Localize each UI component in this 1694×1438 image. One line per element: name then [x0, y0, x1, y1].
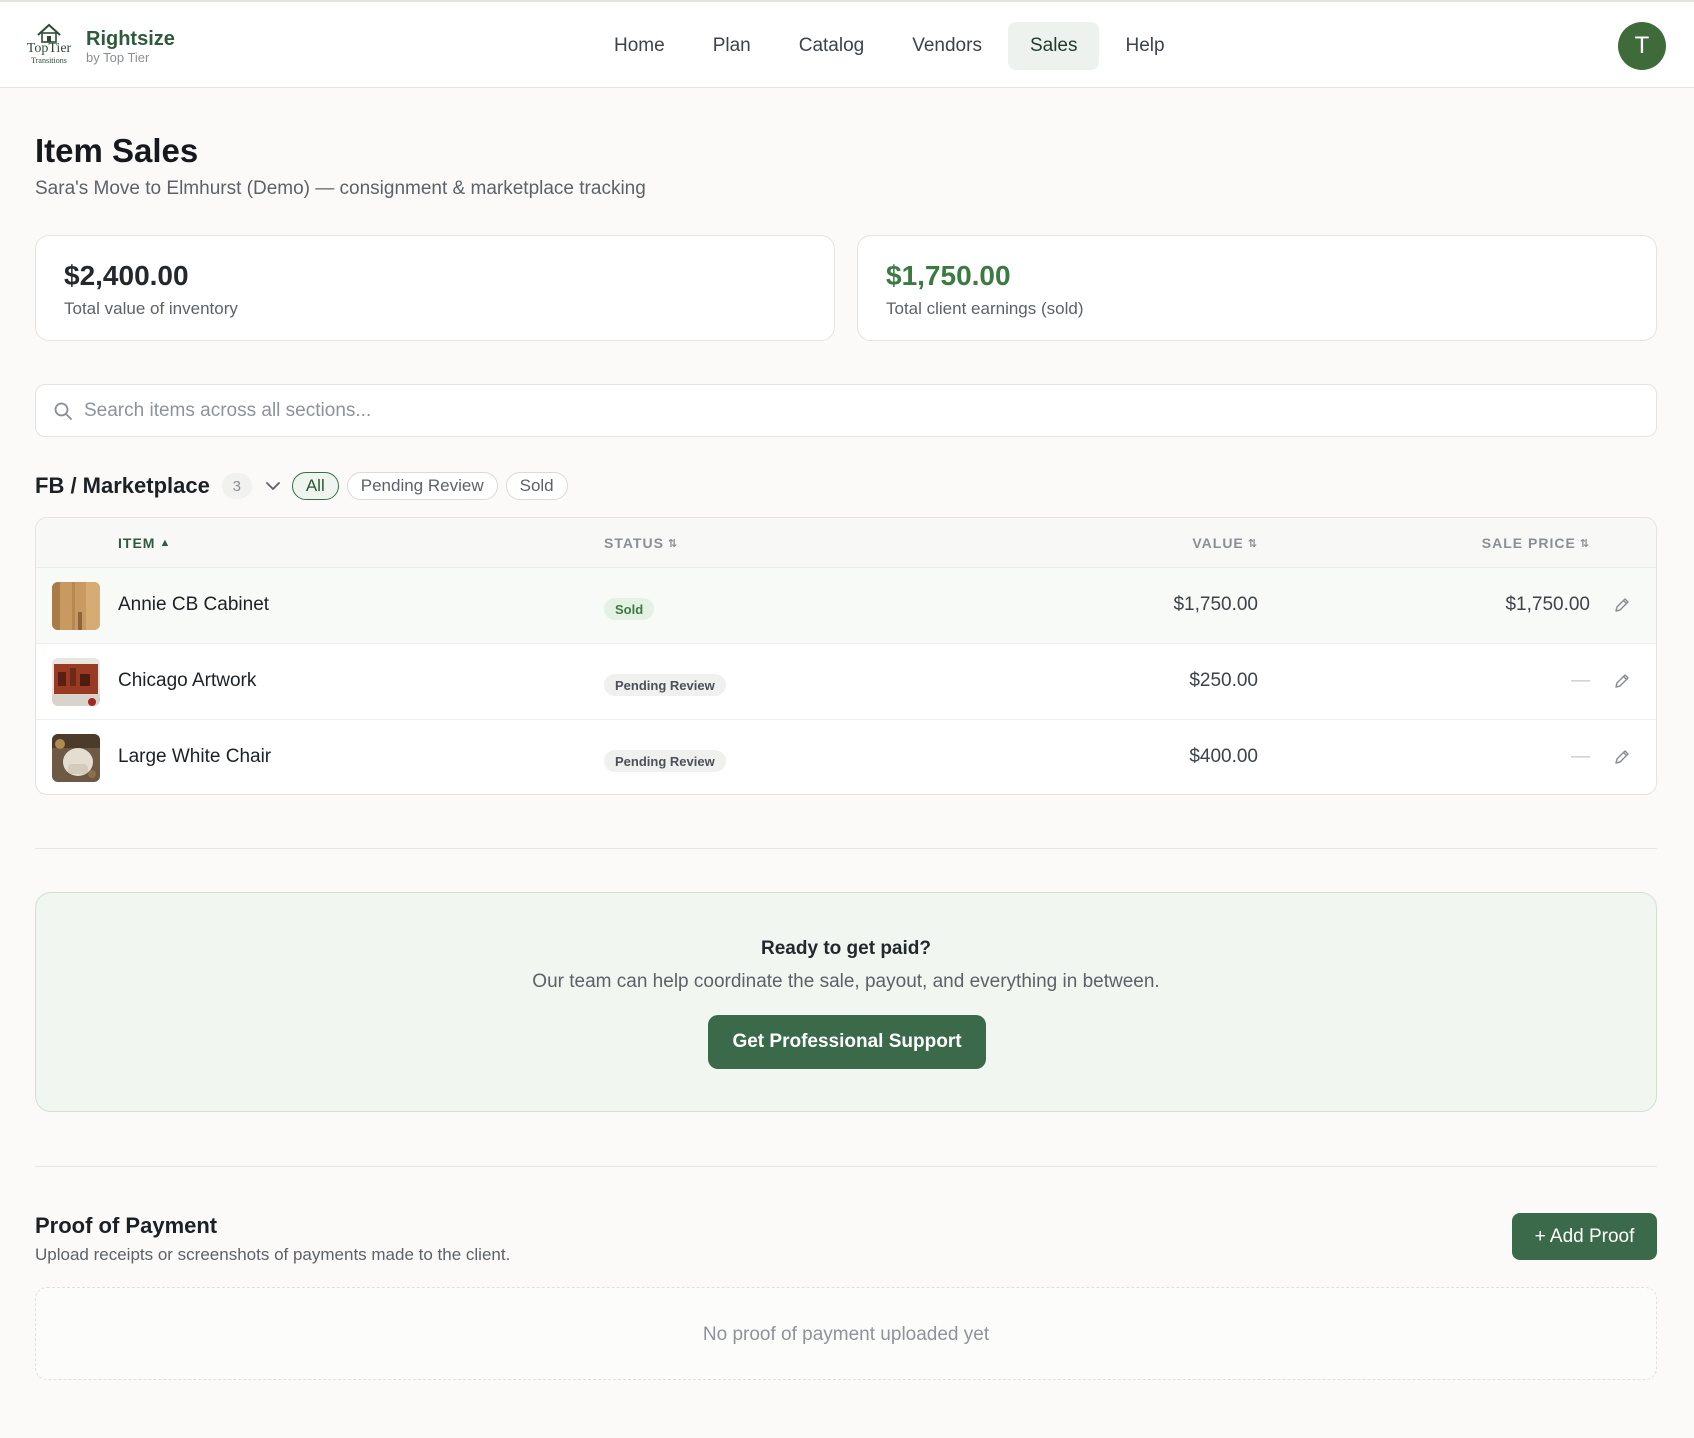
status-badge: Sold: [604, 598, 655, 620]
column-header-value-label: VALUE: [1192, 535, 1244, 551]
search-bar: [35, 384, 1657, 437]
get-professional-support-button[interactable]: Get Professional Support: [708, 1015, 986, 1069]
sale-price: —: [1571, 670, 1590, 691]
status-badge: Pending Review: [604, 674, 726, 696]
table-header: ITEM ▲ STATUS ⇅ VALUE ⇅ SALE PRICE ⇅: [36, 518, 1656, 568]
page-subtitle: Sara's Move to Elmhurst (Demo) — consign…: [35, 178, 646, 199]
column-header-sale-price-label: SALE PRICE: [1481, 535, 1576, 551]
brand-tagline: by Top Tier: [86, 49, 150, 65]
nav-plan[interactable]: Plan: [691, 22, 773, 70]
sort-icon: ⇅: [667, 537, 679, 550]
add-proof-button[interactable]: + Add Proof: [1512, 1213, 1657, 1260]
edit-pencil-icon[interactable]: [1612, 671, 1632, 691]
section-divider: [35, 1166, 1657, 1167]
section-title: FB / Marketplace: [35, 473, 210, 498]
brand: Rightsize by Top Tier: [86, 29, 175, 64]
nav-home[interactable]: Home: [592, 22, 687, 70]
logo-text: TopTier: [26, 41, 72, 56]
item-name: Chicago Artwork: [118, 670, 257, 691]
sales-table: ITEM ▲ STATUS ⇅ VALUE ⇅ SALE PRICE ⇅ Annie C…: [35, 517, 1657, 795]
cta-text: Our team can help coordinate the sale, p…: [532, 971, 1160, 992]
column-header-sale-price[interactable]: SALE PRICE ⇅: [1482, 535, 1590, 551]
top-navigation-bar: TopTier Transitions Rightsize by Top Tie…: [0, 0, 1694, 88]
search-icon: [54, 402, 72, 420]
earnings-label: Total client earnings (sold): [886, 299, 1084, 318]
filter-pending-review[interactable]: Pending Review: [346, 472, 498, 500]
cta-title: Ready to get paid?: [761, 938, 931, 959]
sale-price: $1,750.00: [1505, 594, 1590, 615]
sort-ascending-icon: ▲: [159, 537, 172, 549]
sale-price: —: [1571, 746, 1590, 767]
nav-catalog[interactable]: Catalog: [777, 22, 887, 70]
chevron-down-icon[interactable]: [262, 475, 284, 497]
logo-subtext: Transitions: [31, 56, 67, 65]
proof-empty-text: No proof of payment uploaded yet: [702, 1324, 990, 1345]
sort-icon: ⇅: [1247, 537, 1258, 550]
nav-vendors[interactable]: Vendors: [890, 22, 1004, 70]
section-divider: [35, 848, 1657, 849]
item-thumbnail-artwork: [52, 658, 100, 706]
earnings-value: $1,750.00: [886, 260, 1011, 291]
inventory-value-card: $2,400.00 Total value of inventory: [35, 235, 835, 341]
table-row[interactable]: Chicago Artwork Pending Review $250.00 —: [36, 644, 1656, 720]
column-header-status[interactable]: STATUS ⇅: [604, 535, 678, 551]
page-title: Item Sales: [35, 132, 199, 169]
user-avatar[interactable]: T: [1618, 22, 1666, 70]
status-badge: Pending Review: [604, 750, 726, 772]
brand-name: Rightsize: [86, 27, 175, 50]
proof-of-payment-title: Proof of Payment: [35, 1213, 218, 1238]
column-header-value[interactable]: VALUE ⇅: [1192, 535, 1258, 551]
column-header-status-label: STATUS: [604, 535, 664, 551]
item-value: $250.00: [1189, 670, 1258, 691]
filter-all[interactable]: All: [291, 472, 339, 500]
professional-support-banner: Ready to get paid? Our team can help coo…: [35, 892, 1657, 1112]
section-header: FB / Marketplace 3 All Pending Review So…: [35, 470, 568, 502]
search-input[interactable]: [84, 385, 1644, 436]
edit-pencil-icon[interactable]: [1612, 595, 1632, 615]
item-name: Large White Chair: [118, 746, 272, 767]
nav-sales[interactable]: Sales: [1007, 22, 1100, 70]
inventory-value: $2,400.00: [64, 260, 189, 291]
edit-pencil-icon[interactable]: [1612, 747, 1632, 767]
client-earnings-card: $1,750.00 Total client earnings (sold): [857, 235, 1657, 341]
sort-icon: ⇅: [1579, 537, 1590, 550]
logo-mark: TopTier Transitions: [24, 22, 74, 70]
item-value: $1,750.00: [1173, 594, 1258, 615]
filter-sold[interactable]: Sold: [505, 472, 568, 500]
section-count-badge: 3: [221, 473, 252, 499]
column-header-item[interactable]: ITEM ▲: [118, 535, 171, 551]
item-thumbnail-cabinet: [52, 582, 100, 630]
table-row[interactable]: Large White Chair Pending Review $400.00…: [36, 720, 1656, 794]
nav-help[interactable]: Help: [1103, 22, 1186, 70]
item-value: $400.00: [1189, 746, 1258, 767]
inventory-label: Total value of inventory: [64, 299, 238, 318]
proof-empty-state: No proof of payment uploaded yet: [35, 1287, 1657, 1380]
table-row[interactable]: Annie CB Cabinet Sold $1,750.00 $1,750.0…: [36, 568, 1656, 644]
main-nav: Home Plan Catalog Vendors Sales Help: [592, 22, 1191, 70]
item-name: Annie CB Cabinet: [118, 594, 270, 615]
column-header-item-label: ITEM: [118, 535, 156, 551]
item-thumbnail-chair: [52, 734, 100, 782]
proof-of-payment-subtitle: Upload receipts or screenshots of paymen…: [35, 1245, 511, 1264]
logo[interactable]: TopTier Transitions Rightsize by Top Tie…: [24, 22, 175, 70]
